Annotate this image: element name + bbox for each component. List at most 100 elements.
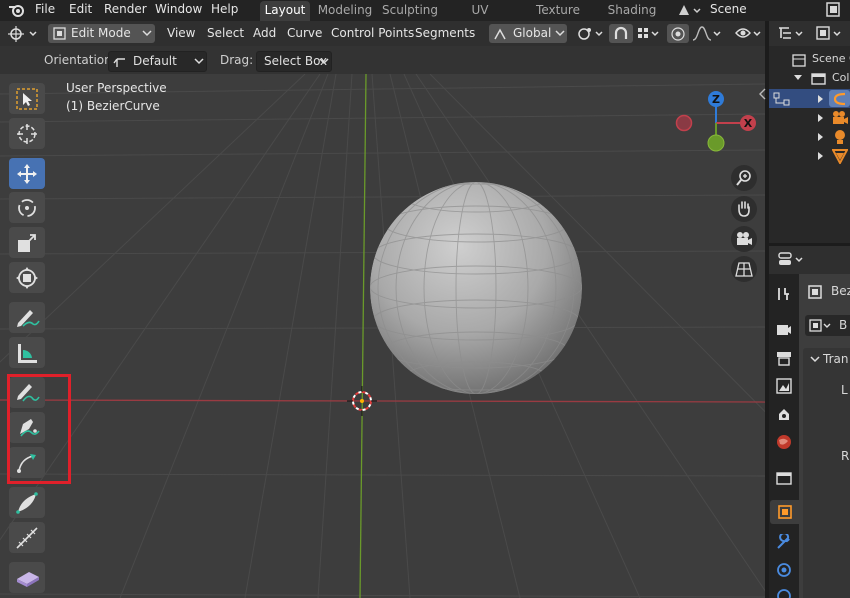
tab-texture-paint[interactable]: Texture Paint — [520, 1, 596, 36]
move-arrows-icon — [17, 164, 37, 184]
orientation-value: Default — [133, 54, 177, 68]
header-menu-curve[interactable]: Curve — [287, 24, 322, 43]
particles-tab-icon[interactable] — [776, 562, 792, 578]
tab-shading[interactable]: Shading — [606, 1, 658, 21]
chevron-down-icon[interactable] — [810, 356, 820, 364]
header-menu-segments[interactable]: Segments — [415, 24, 475, 43]
tab-uv-editing[interactable]: UV Editing — [449, 1, 511, 36]
transform-orientation-dropdown[interactable]: Global — [489, 24, 567, 43]
editor-type-icon[interactable] — [8, 25, 40, 42]
outliner-row-collection[interactable]: Col — [769, 69, 850, 88]
header-menu-add[interactable]: Add — [253, 24, 276, 43]
perspective-toggle-button[interactable] — [731, 256, 757, 282]
outliner-row-bezier-curve[interactable] — [769, 89, 850, 108]
camera-icon — [737, 232, 752, 245]
tool-annotate[interactable] — [9, 302, 45, 333]
collection-tab-icon[interactable] — [776, 470, 792, 486]
scene-name[interactable]: Scene — [710, 0, 747, 21]
tool-tab-icon[interactable] — [776, 286, 792, 302]
properties-content: Bez B Tran L R — [799, 274, 850, 598]
object-name-label: Bez — [831, 284, 850, 298]
outliner-row-mesh[interactable] — [769, 146, 850, 165]
scene-tab-icon[interactable] — [776, 406, 792, 422]
mode-dropdown[interactable]: Edit Mode — [48, 24, 155, 43]
scene-selector-icon[interactable] — [676, 2, 702, 18]
area-separator[interactable] — [765, 21, 769, 598]
outliner-editor-icon[interactable] — [777, 25, 807, 42]
physics-tab-icon[interactable] — [776, 588, 792, 598]
falloff-curve-icon[interactable] — [692, 25, 722, 42]
transform-section: Tran L R — [803, 348, 850, 598]
drag-value: Select Box — [264, 54, 328, 68]
expand-arrow-icon[interactable] — [817, 151, 825, 161]
scene-collection-label: Scene C — [812, 52, 850, 65]
outliner-row-scene-collection[interactable]: Scene C — [769, 50, 850, 69]
blender-logo-icon[interactable] — [8, 2, 26, 18]
tool-transform[interactable] — [9, 262, 45, 293]
location-field-label: L — [841, 383, 848, 397]
tilt-icon — [16, 527, 38, 549]
area-separator[interactable] — [769, 243, 850, 246]
header-menu-view[interactable]: View — [167, 24, 195, 43]
outliner-row-camera[interactable] — [769, 108, 850, 127]
expand-arrow-icon[interactable] — [817, 113, 825, 123]
transform-icon — [16, 267, 38, 289]
camera-view-button[interactable] — [731, 226, 757, 252]
curve-object-icon — [833, 92, 846, 106]
navigation-gizmo[interactable]: Z X — [672, 88, 762, 158]
object-tab-active[interactable] — [770, 500, 799, 524]
snap-toggle[interactable] — [609, 24, 633, 43]
tool-randomize[interactable] — [9, 562, 45, 593]
orientation-dropdown[interactable]: Default — [108, 51, 207, 72]
zoom-view-button[interactable] — [731, 165, 757, 191]
tool-move[interactable] — [9, 158, 45, 189]
view-layer-tab-icon[interactable] — [776, 378, 792, 394]
menu-window[interactable]: Window — [155, 0, 202, 21]
outliner-row-light[interactable] — [769, 127, 850, 146]
header-menu-control-points[interactable]: Control Points — [331, 24, 414, 43]
expand-arrow-icon[interactable] — [793, 74, 803, 82]
tool-cursor[interactable] — [9, 118, 45, 149]
proportional-circle-icon — [671, 27, 685, 41]
tool-settings-bar: Orientation: Default Drag: Select Box — [0, 46, 765, 74]
render-tab-icon[interactable] — [776, 322, 792, 338]
3d-viewport[interactable]: User Perspective (1) BezierCurve Z X — [0, 74, 765, 598]
menu-edit[interactable]: Edit — [69, 0, 92, 21]
pivot-point-icon[interactable] — [577, 25, 607, 42]
snap-target-icon[interactable] — [636, 25, 662, 42]
modifier-wrench-icon[interactable] — [776, 534, 792, 550]
tab-modeling[interactable]: Modeling — [317, 1, 373, 21]
sidebar-toggle-icon[interactable] — [758, 88, 766, 100]
tab-sculpting[interactable]: Sculpting — [382, 1, 438, 21]
menu-file[interactable]: File — [35, 0, 55, 21]
header-menu-select[interactable]: Select — [207, 24, 244, 43]
object-name-field[interactable]: B — [805, 315, 850, 336]
world-tab-icon[interactable] — [776, 434, 792, 450]
menu-render[interactable]: Render — [104, 0, 147, 21]
display-mode-icon[interactable] — [815, 25, 845, 42]
tool-measure[interactable] — [9, 337, 45, 368]
expand-arrow-icon[interactable] — [817, 132, 825, 142]
gizmo-x-label: X — [744, 117, 753, 130]
orientation-label: Orientation: — [44, 53, 116, 67]
tool-select-box[interactable] — [9, 83, 45, 114]
tool-rotate[interactable] — [9, 192, 45, 223]
tab-layout[interactable]: Layout — [260, 1, 310, 21]
uv-sphere — [370, 182, 582, 394]
visibility-eye-icon[interactable] — [735, 25, 763, 42]
chevron-down-icon — [142, 30, 152, 37]
properties-editor-icon[interactable] — [777, 251, 807, 268]
menu-help[interactable]: Help — [211, 0, 238, 21]
expand-arrow-icon[interactable] — [817, 94, 825, 104]
pan-view-button[interactable] — [731, 196, 757, 222]
drag-dropdown[interactable]: Select Box — [256, 51, 332, 72]
new-scene-icon[interactable] — [824, 1, 844, 19]
tool-tilt[interactable] — [9, 522, 45, 553]
tool-scale[interactable] — [9, 227, 45, 258]
view-perspective-label: User Perspective — [66, 81, 167, 95]
proportional-editing-toggle[interactable] — [667, 24, 689, 43]
measure-ruler-icon — [18, 344, 37, 363]
output-tab-icon[interactable] — [776, 350, 792, 366]
outliner-restrict-icon — [773, 92, 790, 106]
tool-radius[interactable] — [9, 487, 45, 518]
